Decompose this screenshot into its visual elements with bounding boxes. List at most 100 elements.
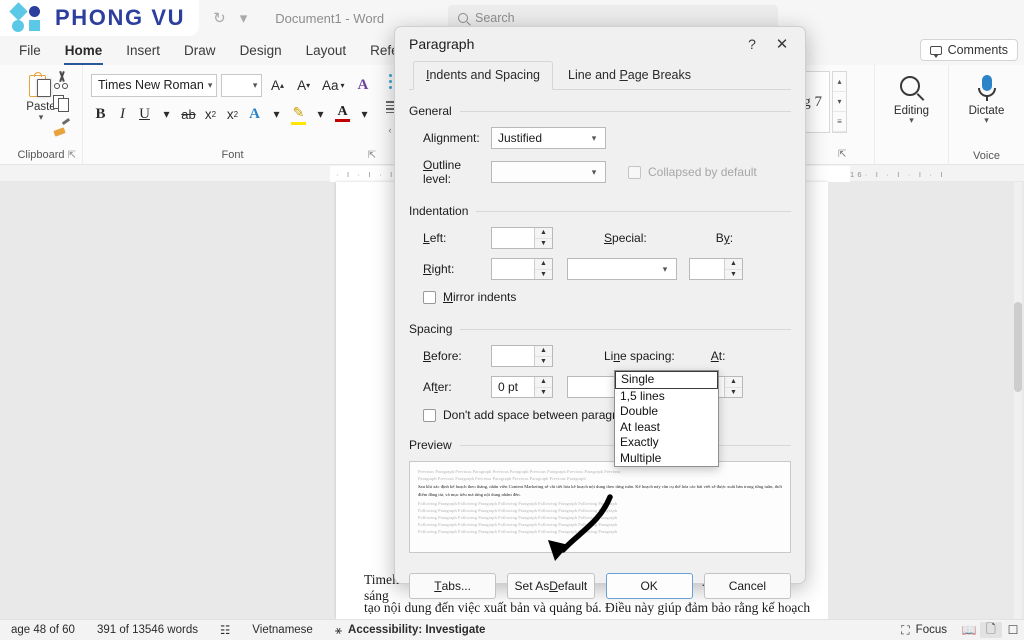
text-effects-chevron-down-icon[interactable]: ▾	[267, 102, 286, 126]
bold-button[interactable]: B	[91, 102, 110, 126]
by-spinner[interactable]: ▲ ▼	[689, 258, 743, 280]
tab-draw[interactable]: Draw	[173, 39, 227, 62]
dictate-chevron-down-icon[interactable]: ▾	[984, 116, 989, 125]
document-title: Document1 - Word	[275, 10, 385, 26]
undo-icon[interactable]: ↻	[213, 9, 226, 27]
collapse-chevron-icon[interactable]: ‹	[389, 125, 392, 135]
print-layout-icon[interactable]: 🗋	[980, 622, 1002, 638]
word-count[interactable]: 391 of 13546 words	[86, 624, 209, 636]
indent-left-spinner[interactable]: ▲ ▼	[491, 227, 553, 249]
chevron-down-icon[interactable]: ▾	[833, 92, 846, 112]
spinner-down-icon[interactable]: ▼	[725, 388, 742, 398]
dont-add-space-checkbox[interactable]	[423, 408, 436, 422]
spinner-down-icon[interactable]: ▼	[535, 270, 552, 280]
spacing-after-spinner[interactable]: 0 pt ▲ ▼	[491, 376, 553, 398]
editing-search-icon[interactable]	[897, 74, 927, 104]
underline-chevron-down-icon[interactable]: ▾	[157, 102, 176, 126]
tab-insert[interactable]: Insert	[115, 39, 171, 62]
change-case-button[interactable]: Aa ▾	[319, 73, 348, 97]
shrink-font-icon[interactable]: A ▾	[293, 73, 315, 97]
font-color-chevron-down-icon[interactable]: ▾	[355, 102, 374, 126]
scissors-icon[interactable]	[52, 70, 72, 89]
line-spacing-option-1-5-lines[interactable]: 1,5 lines	[615, 389, 718, 405]
line-spacing-option-exactly[interactable]: Exactly	[615, 435, 718, 451]
tab-layout[interactable]: Layout	[295, 39, 358, 62]
tabs-button[interactable]: Tabs...	[409, 573, 497, 599]
chevron-down-icon[interactable]: ▾	[240, 9, 248, 27]
special-select[interactable]: ▾	[567, 258, 677, 280]
highlight-chevron-down-icon[interactable]: ▾	[311, 102, 330, 126]
comments-button[interactable]: Comments	[919, 39, 1018, 61]
styles-dialog-launcher-icon[interactable]: ⇱	[838, 149, 846, 160]
line-spacing-option-double[interactable]: Double	[615, 404, 718, 420]
italic-button[interactable]: I	[113, 102, 132, 126]
smart-lookup-icon[interactable]	[388, 74, 392, 89]
dont-add-space-row[interactable]: Don't add space between paragraphs o	[409, 408, 791, 422]
ok-button[interactable]: OK	[605, 573, 693, 599]
alignment-select[interactable]: Justified ▾	[491, 127, 606, 149]
accessibility-status[interactable]: ⚹ Accessibility: Investigate	[324, 623, 497, 638]
tab-home[interactable]: Home	[54, 39, 114, 65]
styles-gallery-scroll[interactable]: ▴ ▾ ≡	[832, 71, 847, 133]
outline-level-row: Outline level: ▾ Collapsed by default	[409, 158, 791, 186]
strikethrough-button[interactable]: ab	[179, 102, 198, 126]
chevron-up-icon[interactable]: ▴	[833, 72, 846, 92]
mirror-indents-checkbox[interactable]	[423, 290, 436, 304]
copy-icon[interactable]	[52, 94, 72, 113]
spinner-up-icon[interactable]: ▲	[725, 377, 742, 388]
microphone-icon[interactable]	[972, 74, 1002, 104]
text-effects-icon[interactable]: A	[245, 102, 264, 126]
vertical-scrollbar-thumb[interactable]	[1014, 302, 1022, 392]
underline-button[interactable]: U	[135, 102, 154, 126]
tab-design[interactable]: Design	[229, 39, 293, 62]
set-as-default-button[interactable]: Set As Default	[507, 573, 595, 599]
collapsed-by-default-row[interactable]: Collapsed by default	[628, 165, 757, 179]
line-spacing-option-at-least[interactable]: At least	[615, 420, 718, 436]
superscript-button[interactable]: x2	[223, 102, 242, 126]
cancel-button[interactable]: Cancel	[703, 573, 791, 599]
highlight-color-button[interactable]: ✎	[289, 102, 308, 126]
vertical-scrollbar[interactable]	[1014, 182, 1022, 619]
grow-font-icon[interactable]: A ▴	[266, 73, 288, 97]
font-name-input[interactable]: Times New Roman ▾	[91, 73, 218, 97]
language-indicator[interactable]: Vietnamese	[241, 624, 324, 636]
clear-formatting-icon[interactable]: A	[352, 73, 374, 97]
mirror-indents-row[interactable]: Mirror indents	[409, 290, 791, 304]
collapsed-by-default-checkbox[interactable]	[628, 165, 641, 179]
more-styles-icon[interactable]: ≡	[833, 112, 846, 132]
proofing-errors-icon[interactable]: ☷	[209, 623, 241, 637]
page-indicator[interactable]: age 48 of 60	[0, 624, 86, 636]
focus-button[interactable]: ⛶ Focus	[890, 623, 958, 638]
spinner-up-icon[interactable]: ▲	[725, 259, 742, 270]
clipboard-dialog-launcher-icon[interactable]: ⇱	[68, 150, 76, 161]
close-icon[interactable]: ✕	[767, 31, 797, 57]
outline-level-select[interactable]: ▾	[491, 161, 606, 183]
spacing-before-spinner[interactable]: ▲ ▼	[491, 345, 553, 367]
subscript-button[interactable]: x2	[201, 102, 220, 126]
line-spacing-option-multiple[interactable]: Multiple	[615, 451, 718, 467]
line-spacing-dropdown-list[interactable]: Single 1,5 lines Double At least Exactly…	[614, 370, 719, 467]
spinner-up-icon[interactable]: ▲	[535, 346, 552, 357]
tab-file[interactable]: File	[8, 39, 52, 62]
web-layout-icon[interactable]: ☐	[1002, 622, 1024, 638]
spinner-up-icon[interactable]: ▲	[535, 228, 552, 239]
spinner-up-icon[interactable]: ▲	[535, 259, 552, 270]
font-color-button[interactable]: A	[333, 102, 352, 126]
tab-line-and-page-breaks[interactable]: Line and Page Breaks	[555, 61, 704, 89]
read-mode-icon[interactable]: 📖	[958, 622, 980, 638]
line-spacing-option-single[interactable]: Single	[615, 371, 718, 389]
at-label: At:	[710, 349, 726, 363]
font-size-input[interactable]: ▾	[221, 73, 263, 97]
spinner-down-icon[interactable]: ▼	[725, 270, 742, 280]
spinner-up-icon[interactable]: ▲	[535, 377, 552, 388]
font-dialog-launcher-icon[interactable]: ⇱	[368, 150, 376, 161]
format-painter-icon[interactable]	[52, 117, 72, 137]
spinner-down-icon[interactable]: ▼	[535, 357, 552, 367]
editing-chevron-down-icon[interactable]: ▾	[909, 116, 914, 125]
tab-indents-and-spacing[interactable]: IIndents and Spacingndents and Spacing	[413, 61, 553, 90]
spinner-down-icon[interactable]: ▼	[535, 239, 552, 249]
chevron-down-icon[interactable]: ▾	[39, 113, 44, 122]
indent-right-spinner[interactable]: ▲ ▼	[491, 258, 553, 280]
help-icon[interactable]: ?	[737, 31, 767, 57]
spinner-down-icon[interactable]: ▼	[535, 388, 552, 398]
